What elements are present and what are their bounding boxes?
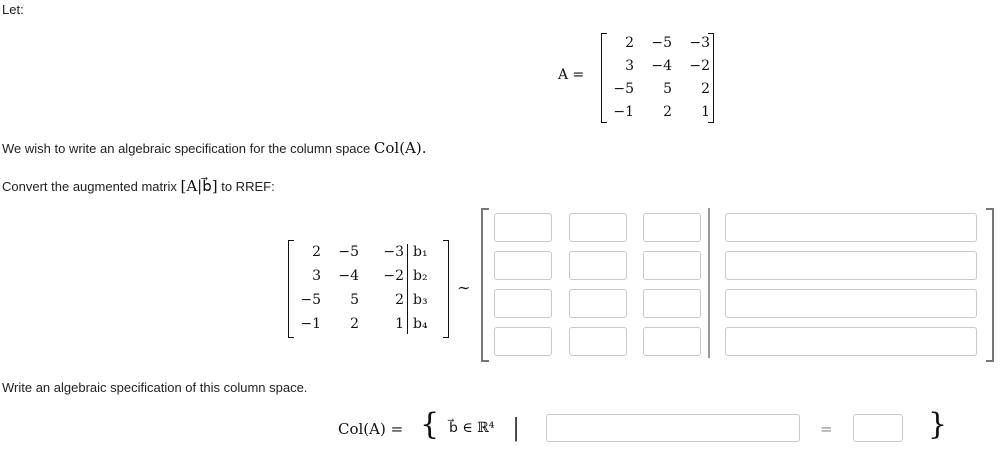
matrix-a-label: A =	[558, 67, 585, 83]
open-brace: {	[420, 407, 440, 442]
augmented-cell: 3	[312, 268, 321, 284]
matrix-a-cell: 1	[701, 104, 710, 120]
write-spec-sentence: Write an algebraic specification of this…	[2, 380, 308, 395]
augmented-b-cell: b₁	[413, 244, 428, 260]
rref-cell-input[interactable]	[494, 213, 552, 242]
rref-cell-input[interactable]	[643, 289, 701, 318]
matrix-a-cell: −5	[651, 35, 672, 51]
rref-cell-input[interactable]	[643, 213, 701, 242]
rref-cell-input[interactable]	[494, 251, 552, 280]
convert-text: Convert the augmented matrix	[2, 179, 181, 194]
augmented-cell: −5	[338, 244, 359, 260]
matrix-a-cell: −4	[651, 58, 672, 74]
augmented-cell: 2	[350, 316, 359, 332]
augmented-cell: 2	[312, 244, 321, 260]
convert-sentence: Convert the augmented matrix [A|b⃗] to R…	[2, 177, 275, 195]
matrix-a-cell: −3	[689, 35, 710, 51]
matrix-a-cell: −2	[689, 58, 710, 74]
such-that-bar: |	[512, 414, 521, 442]
matrix-a-cell: 2	[625, 35, 634, 51]
rref-cell-input[interactable]	[494, 289, 552, 318]
matrix-a-cell: 3	[625, 58, 634, 74]
spec-equals: =	[820, 420, 833, 438]
rref-augmented-input[interactable]	[725, 327, 977, 356]
col-a-math: Col(A).	[373, 139, 427, 157]
matrix-a-cell: 5	[663, 81, 672, 97]
augmented-cell: 1	[395, 316, 404, 332]
col-space-sentence: We wish to write an algebraic specificat…	[2, 139, 427, 157]
rref-cell-input[interactable]	[569, 251, 627, 280]
rref-augmented-input[interactable]	[725, 251, 977, 280]
matrix-a-cell: 2	[701, 81, 710, 97]
augmented-b-cell: b₂	[413, 268, 428, 284]
rref-cell-input[interactable]	[569, 213, 627, 242]
rref-augmented-input[interactable]	[725, 213, 977, 242]
augmented-cell: −5	[300, 292, 321, 308]
spec-rhs-input[interactable]	[853, 414, 903, 442]
augmented-cell: −1	[300, 316, 321, 332]
intro-text: Let:	[2, 2, 24, 17]
augmented-cell: −3	[383, 244, 404, 260]
rref-divider	[708, 208, 710, 358]
augmented-cell: −4	[338, 268, 359, 284]
rref-cell-input[interactable]	[569, 289, 627, 318]
augmented-b-cell: b₄	[413, 316, 428, 332]
augmented-b-cell: b₃	[413, 292, 428, 308]
row-equivalent-symbol: ∼	[457, 278, 471, 297]
set-member: b⃗ ∈ ℝ⁴	[449, 420, 495, 436]
rref-cell-input[interactable]	[643, 251, 701, 280]
rref-left-bracket	[481, 208, 489, 362]
rref-augmented-input[interactable]	[725, 289, 977, 318]
to-rref-text: to RREF:	[217, 179, 275, 194]
augmented-cell: 2	[395, 292, 404, 308]
rref-cell-input[interactable]	[494, 327, 552, 356]
augmented-notation: [A|b⃗]	[180, 177, 218, 195]
matrix-a-cell: −5	[613, 81, 634, 97]
rref-cell-input[interactable]	[569, 327, 627, 356]
close-brace: }	[928, 407, 948, 442]
augmented-divider	[407, 244, 408, 334]
augmented-cell: −2	[383, 268, 404, 284]
matrix-a-cell: −1	[613, 104, 634, 120]
rref-cell-input[interactable]	[643, 327, 701, 356]
matrix-a-cell: 2	[663, 104, 672, 120]
col-a-lhs: Col(A) =	[338, 420, 404, 438]
rref-right-bracket	[986, 208, 994, 362]
spec-lhs-input[interactable]	[546, 414, 800, 442]
augmented-right-bracket	[443, 240, 449, 338]
augmented-cell: 5	[350, 292, 359, 308]
col-space-sentence-text: We wish to write an algebraic specificat…	[2, 141, 374, 156]
